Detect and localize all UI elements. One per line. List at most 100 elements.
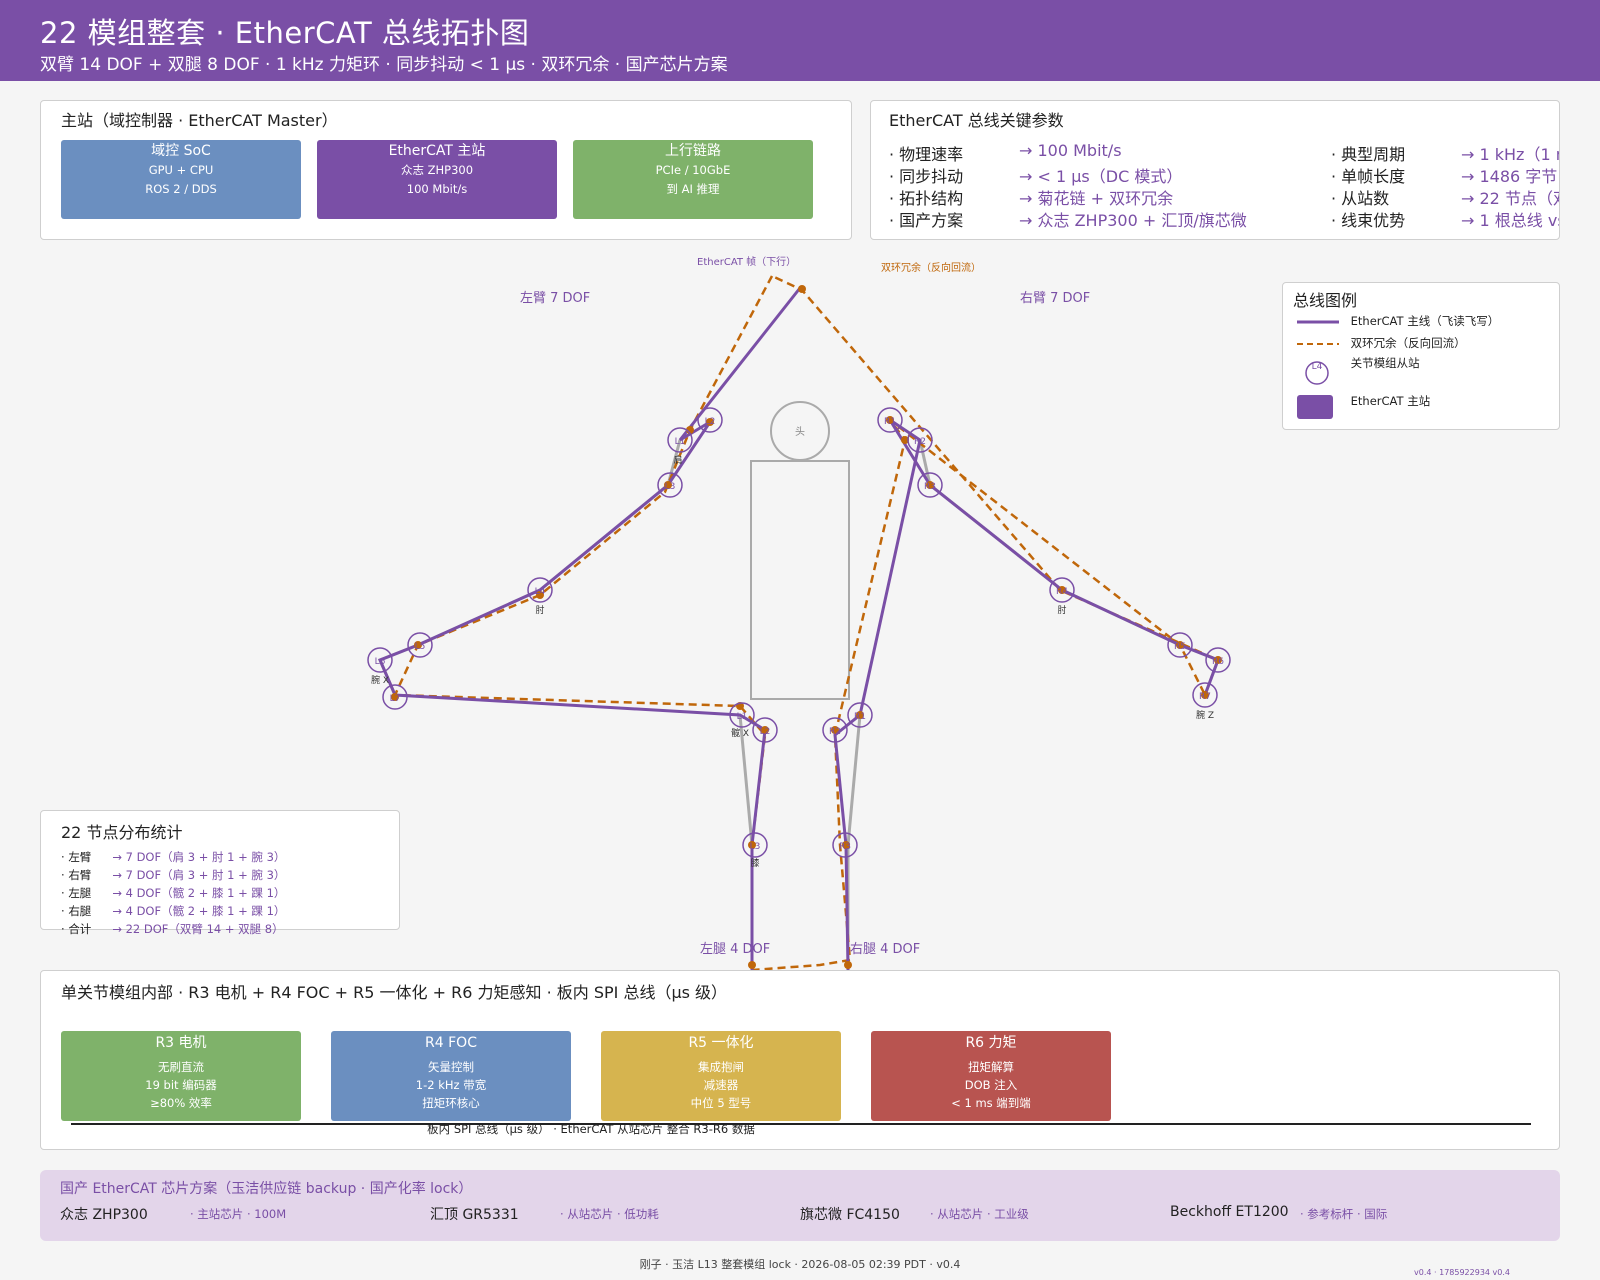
joint-text-label: 腕 X bbox=[371, 674, 389, 686]
module-box-title: R5 一体化 bbox=[688, 1035, 754, 1051]
node-label: L1 bbox=[737, 712, 748, 722]
stats-value: → 22 DOF（双臂 14 + 双腿 8） bbox=[112, 922, 284, 936]
legend-label: 双环冗余（反向回流） bbox=[1350, 336, 1466, 350]
node-label: L7 bbox=[390, 694, 401, 704]
ethercat-bus-line-right bbox=[833, 418, 1220, 971]
torque-module-box: R6 力矩 扭矩解算 DOB 注入 < 1 ms 端到端 bbox=[871, 1031, 1111, 1121]
redundant-dots bbox=[391, 285, 1222, 969]
skeleton-lines bbox=[378, 439, 1220, 970]
module-box-line: 减速器 bbox=[703, 1078, 739, 1092]
node-label: R3 bbox=[839, 842, 851, 852]
page: 22 模组整套 · EtherCAT 总线拓扑图 双臂 14 DOF + 双腿 … bbox=[0, 0, 1600, 1280]
module-box-line: < 1 ms 端到端 bbox=[951, 1096, 1031, 1110]
joint-text-label: 肘 bbox=[1057, 605, 1066, 616]
joint-nodes bbox=[367, 407, 1231, 858]
joint-text-label: 腕 Z bbox=[1196, 709, 1214, 721]
module-box-line: 1-2 kHz 带宽 bbox=[415, 1078, 487, 1092]
node-label: R1 bbox=[884, 417, 896, 427]
stats-value: → 4 DOF（髋 2 + 膝 1 + 踝 1） bbox=[112, 886, 286, 900]
stats-key: 左腿 bbox=[68, 886, 92, 900]
motor-module-box: R3 电机 无刷直流 19 bit 编码器 ≥80% 效率 bbox=[61, 1031, 301, 1121]
left-leg-label: 左腿 4 DOF bbox=[700, 942, 770, 957]
node-label: R4 bbox=[1056, 587, 1068, 597]
node-swatch-label: L4 bbox=[1312, 362, 1323, 372]
node-label: R7 bbox=[1199, 692, 1211, 702]
node-label: L2 bbox=[760, 727, 771, 737]
node-label: R3 bbox=[924, 482, 936, 492]
stats-row: · 右腿 → 4 DOF（髋 2 + 膝 1 + 踝 1） bbox=[61, 904, 286, 918]
node-swatch: L4 bbox=[1305, 361, 1329, 385]
module-box-title: R4 FOC bbox=[425, 1035, 477, 1051]
stats-key: 右腿 bbox=[68, 904, 92, 918]
footer: 刚子 · 玉洁 L13 整套模组 lock · 2026-08-05 02:39… bbox=[639, 1258, 961, 1271]
module-box-line: 矢量控制 bbox=[428, 1060, 474, 1074]
stats-value: → 4 DOF（髋 2 + 膝 1 + 踝 1） bbox=[112, 904, 286, 918]
legend-label: EtherCAT 主线（飞读飞写） bbox=[1350, 314, 1500, 328]
stats-value: → 7 DOF（肩 3 + 肘 1 + 腕 3） bbox=[112, 850, 286, 864]
chips-title: 国产 EtherCAT 芯片方案（玉洁供应链 backup · 国产化率 loc… bbox=[60, 1181, 473, 1197]
joint-text-label: 膝 bbox=[750, 857, 759, 869]
version-corner: v0.4 · 1785922934 v0.4 bbox=[1414, 1268, 1510, 1277]
legend-title: 总线图例 bbox=[1293, 291, 1358, 310]
node-label: R5 bbox=[1174, 642, 1186, 652]
right-leg-label: 右腿 4 DOF bbox=[850, 942, 920, 957]
stats-row: · 左臂 → 7 DOF（肩 3 + 肘 1 + 腕 3） bbox=[61, 850, 286, 864]
right-arm-label: 右臂 7 DOF bbox=[1020, 291, 1090, 306]
joint-text-label: 肩 bbox=[673, 454, 682, 466]
chip-item: 汇顶 GR5331 · 从站芯片 · 低功耗 bbox=[430, 1204, 659, 1224]
stats-key: 右臂 bbox=[68, 868, 92, 882]
legend-panel: 总线图例 EtherCAT 主线（飞读飞写） 双环冗余（反向回流） L4 关节模… bbox=[1282, 282, 1560, 430]
node-label: L5 bbox=[415, 642, 426, 652]
module-box-title: R3 电机 bbox=[155, 1035, 207, 1051]
module-box-line: 19 bit 编码器 bbox=[145, 1078, 217, 1092]
joint-text-label: 髋 X bbox=[731, 727, 749, 739]
chip-desc: · 从站芯片 · 低功耗 bbox=[560, 1207, 659, 1221]
node-label: R6 bbox=[1212, 657, 1224, 667]
chip-item: Beckhoff ET1200 · 参考标杆 · 国际 bbox=[1170, 1204, 1387, 1221]
node-label: L3 bbox=[665, 482, 676, 492]
stats-title: 22 节点分布统计 bbox=[61, 823, 183, 842]
module-title: 单关节模组内部 · R3 电机 + R4 FOC + R5 一体化 + R6 力… bbox=[61, 983, 728, 1002]
spi-bus-label: 板内 SPI 总线（μs 级） · EtherCAT 从站芯片 整合 R3-R6… bbox=[427, 1122, 755, 1136]
legend-item-redundant: 双环冗余（反向回流） bbox=[1297, 335, 1466, 351]
bus-line-swatch bbox=[1297, 320, 1339, 323]
node-label: R2 bbox=[829, 727, 841, 737]
redundant-label: 双环冗余（反向回流） bbox=[881, 261, 981, 274]
chip-desc: · 从站芯片 · 工业级 bbox=[930, 1207, 1029, 1221]
module-box-line: 无刷直流 bbox=[158, 1060, 204, 1074]
legend-label: 关节模组从站 bbox=[1350, 355, 1420, 370]
module-box-line: 集成抱闸 bbox=[698, 1060, 744, 1074]
stats-row: · 左腿 → 4 DOF（髋 2 + 膝 1 + 踝 1） bbox=[61, 886, 286, 900]
module-box-line: ≥80% 效率 bbox=[150, 1096, 212, 1110]
module-box-line: DOB 注入 bbox=[964, 1078, 1018, 1092]
ethercat-bus-line bbox=[378, 287, 802, 970]
module-box-title: R6 力矩 bbox=[965, 1035, 1017, 1051]
legend-item-bus: EtherCAT 主线（飞读飞写） bbox=[1297, 313, 1499, 329]
stats-row: · 合计 → 22 DOF（双臂 14 + 双腿 8） bbox=[61, 922, 284, 936]
chips-panel: 国产 EtherCAT 芯片方案（玉洁供应链 backup · 国产化率 loc… bbox=[40, 1170, 1560, 1241]
chip-name: 旗芯微 FC4150 bbox=[800, 1207, 900, 1223]
chip-name: 汇顶 GR5331 bbox=[430, 1207, 519, 1223]
torso-shape bbox=[750, 460, 850, 700]
legend-item-master: EtherCAT 主站 bbox=[1297, 394, 1430, 419]
node-label: L2 bbox=[705, 417, 716, 427]
head-label: 头 bbox=[795, 426, 805, 438]
chip-desc: · 主站芯片 · 100M bbox=[190, 1207, 287, 1221]
legend-item-node: L4 关节模组从站 bbox=[1297, 355, 1420, 385]
integrated-module-box: R5 一体化 集成抱闸 减速器 中位 5 型号 bbox=[601, 1031, 841, 1121]
joint-text: 肩 肘 腕 X 肘 腕 Z 髋 X 膝 bbox=[371, 454, 1214, 869]
module-box-line: 扭矩解算 bbox=[968, 1060, 1014, 1074]
stats-key: 左臂 bbox=[68, 850, 92, 864]
node-labels: L1 L2 L3 L4 L5 L6 L7 R1 R2 R3 R4 R5 R6 R… bbox=[375, 417, 1225, 852]
redundant-line-swatch bbox=[1297, 342, 1339, 345]
node-label: L1 bbox=[675, 437, 686, 447]
left-arm-label: 左臂 7 DOF bbox=[520, 291, 590, 306]
joint-text-label: 肘 bbox=[535, 605, 544, 616]
stats-value: → 7 DOF（肩 3 + 肘 1 + 腕 3） bbox=[112, 868, 286, 882]
node-label: R1 bbox=[854, 712, 866, 722]
redundant-ring-line bbox=[393, 274, 1220, 972]
node-label: L4 bbox=[535, 587, 546, 597]
chip-name: Beckhoff ET1200 bbox=[1170, 1204, 1289, 1220]
module-box-line: 扭矩环核心 bbox=[422, 1096, 480, 1110]
stats-panel: 22 节点分布统计 · 左臂 → 7 DOF（肩 3 + 肘 1 + 腕 3） ·… bbox=[40, 810, 400, 936]
